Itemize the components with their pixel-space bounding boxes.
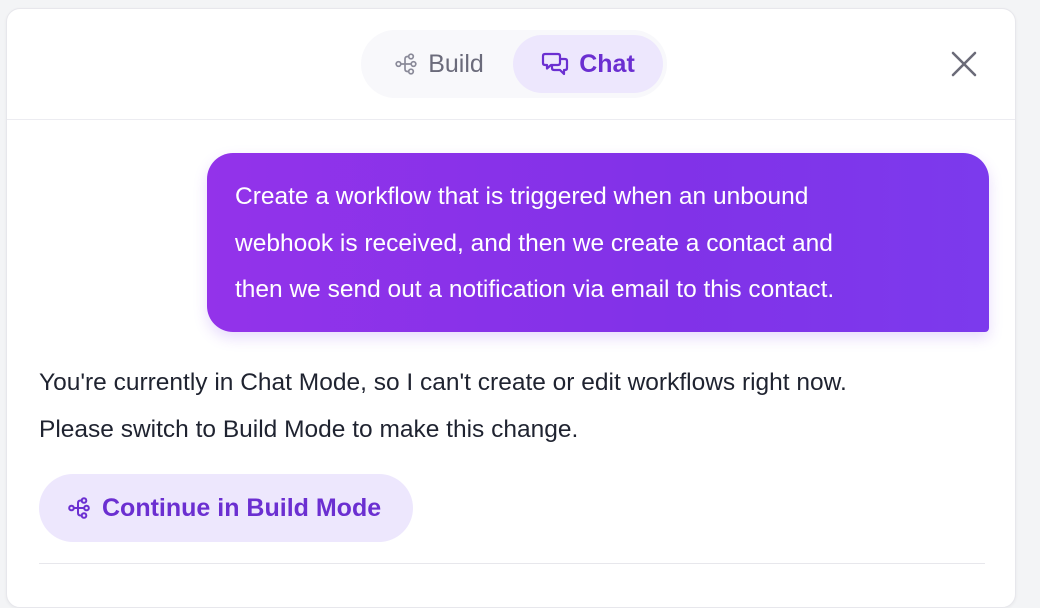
- user-message-line: Create a workflow that is triggered when…: [235, 183, 809, 210]
- continue-in-build-mode-label: Continue in Build Mode: [102, 493, 382, 522]
- tab-build-label: Build: [428, 49, 484, 78]
- panel-header: Build Chat: [7, 9, 1015, 120]
- assistant-message-line: You're currently in Chat Mode, so I can'…: [39, 369, 847, 396]
- chat-panel: Build Chat Create a workflow that is tri…: [6, 8, 1016, 608]
- tab-chat[interactable]: Chat: [513, 35, 663, 93]
- close-icon: [951, 51, 977, 82]
- workflow-icon: [394, 52, 418, 76]
- continue-in-build-mode-button[interactable]: Continue in Build Mode: [39, 474, 413, 542]
- mode-switch: Build Chat: [361, 30, 667, 98]
- user-message-bubble: Create a workflow that is triggered when…: [207, 153, 989, 332]
- tab-chat-label: Chat: [579, 49, 635, 78]
- assistant-message: You're currently in Chat Mode, so I can'…: [39, 360, 847, 453]
- user-message-line: webhook is received, and then we create …: [235, 229, 833, 257]
- assistant-message-line: Please switch to Build Mode to make this…: [39, 415, 579, 443]
- message-divider: [39, 563, 985, 564]
- user-message-line: then we send out a notification via emai…: [235, 276, 835, 303]
- tab-build[interactable]: Build: [365, 35, 513, 93]
- close-button[interactable]: [947, 49, 981, 83]
- chat-bubbles-icon: [541, 50, 569, 78]
- workflow-icon: [67, 496, 91, 520]
